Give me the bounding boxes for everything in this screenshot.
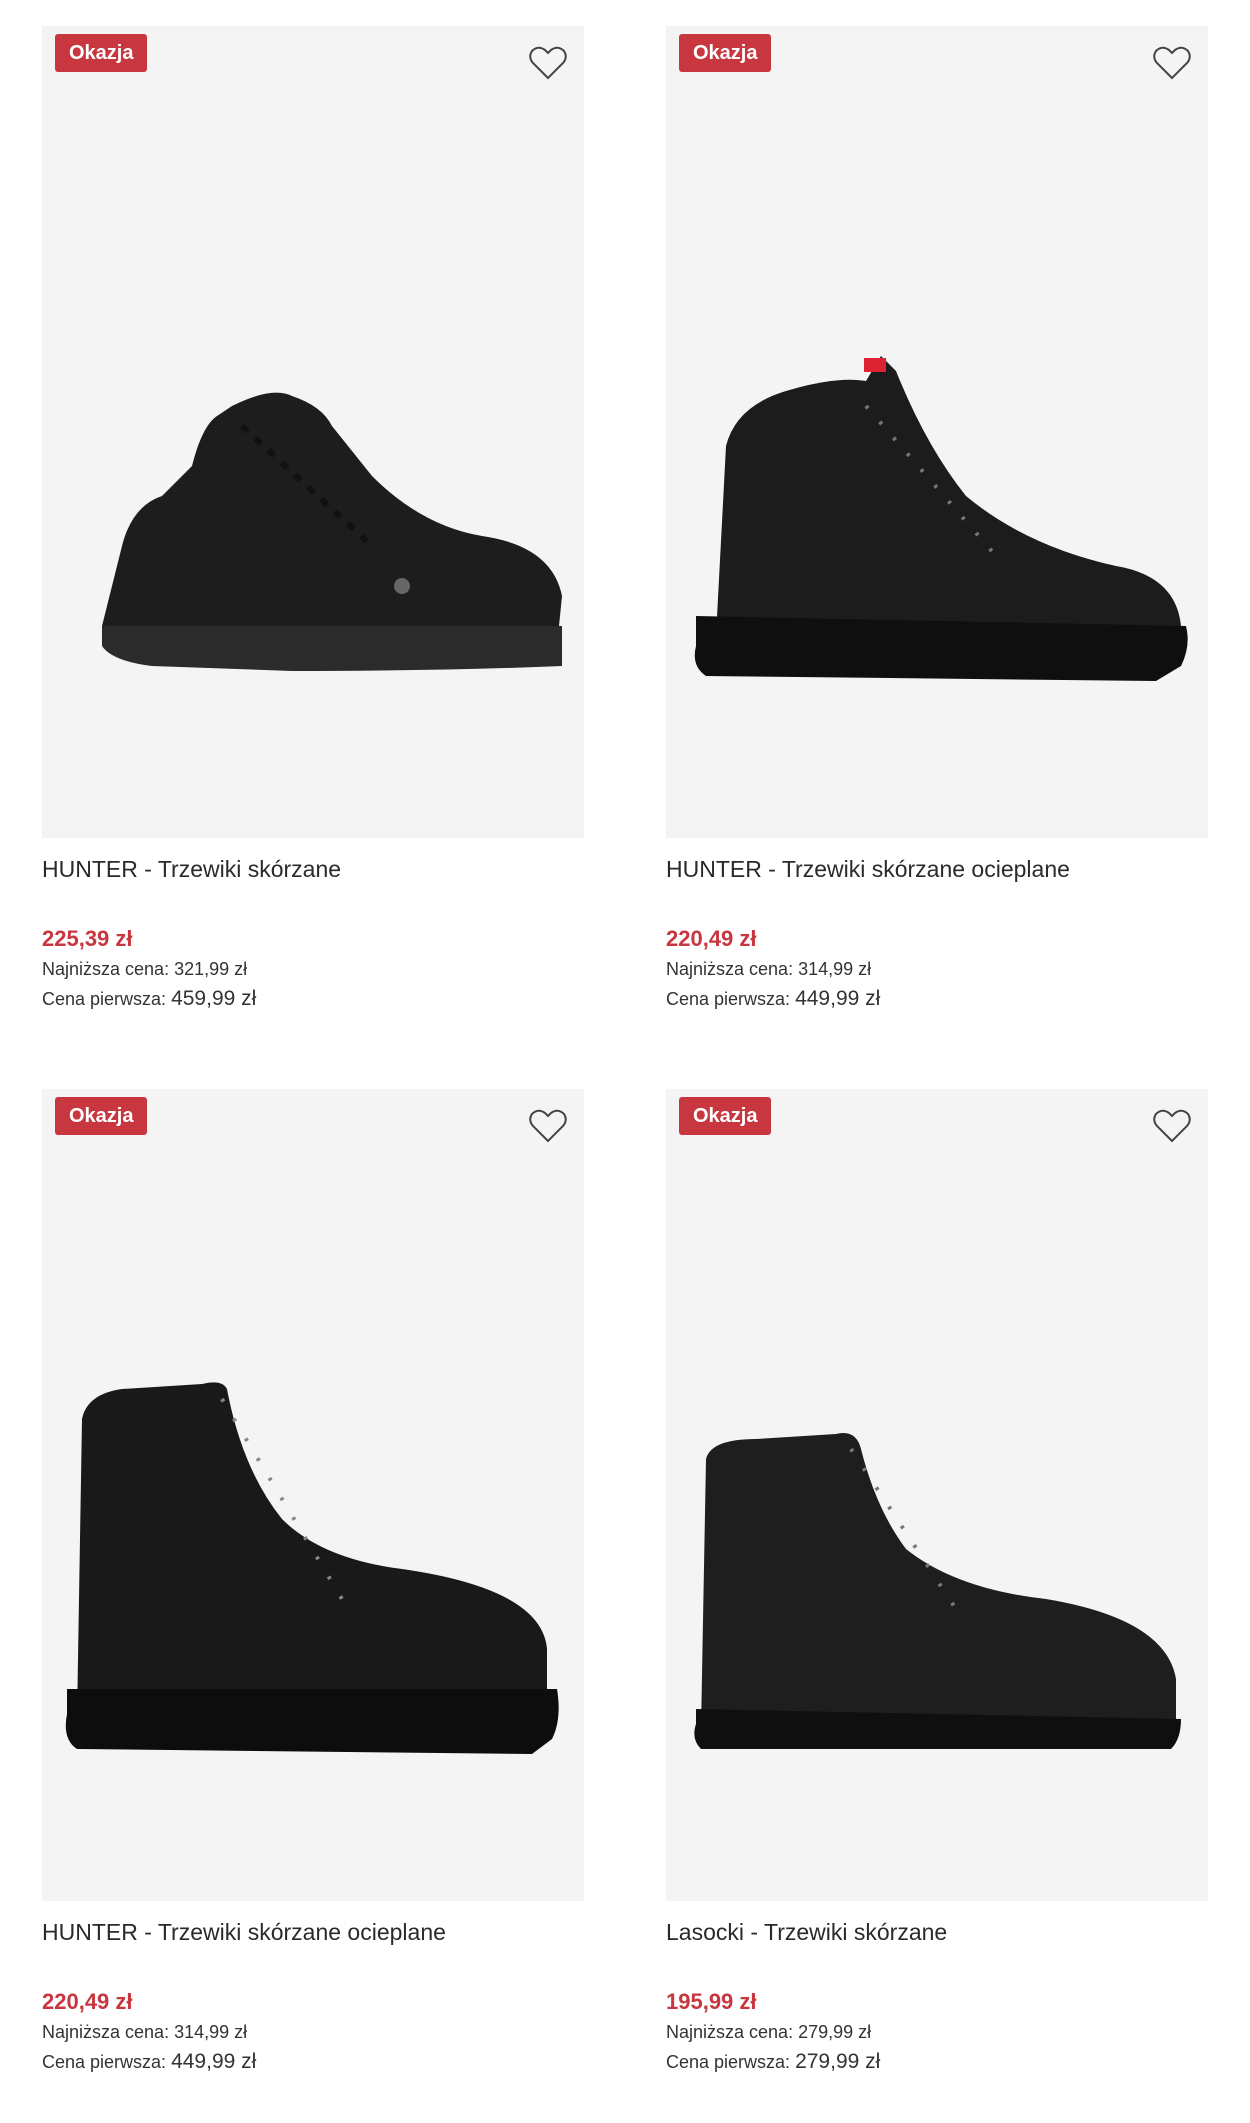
original-price-label: Cena pierwsza: bbox=[666, 2052, 791, 2072]
product-price: 225,39 zł bbox=[42, 926, 133, 951]
lowest-price-label: Najniższa cena: bbox=[42, 2022, 170, 2042]
deal-badge: Okazja bbox=[679, 1097, 772, 1135]
lowest-price-row: Najniższa cena: 314,99 zł bbox=[42, 2017, 584, 2047]
product-card[interactable]: Okazja Lasocki - Trzewiki skórzane 195,9… bbox=[666, 1089, 1208, 2077]
lowest-price-value: 321,99 zł bbox=[174, 959, 248, 979]
original-price-row: Cena pierwsza: 459,99 zł bbox=[42, 984, 584, 1014]
lowest-price-row: Najniższa cena: 321,99 zł bbox=[42, 954, 584, 984]
deal-badge: Okazja bbox=[679, 34, 772, 72]
product-image[interactable]: Okazja bbox=[42, 26, 584, 838]
product-price: 220,49 zł bbox=[666, 926, 757, 951]
product-image[interactable]: Okazja bbox=[666, 26, 1208, 838]
product-title[interactable]: HUNTER - Trzewiki skórzane ocieplane bbox=[42, 1917, 584, 1947]
lowest-price-row: Najniższa cena: 279,99 zł bbox=[666, 2017, 1208, 2047]
lowest-price-label: Najniższa cena: bbox=[666, 2022, 794, 2042]
original-price-label: Cena pierwsza: bbox=[666, 989, 791, 1009]
product-price: 220,49 zł bbox=[42, 1989, 133, 2014]
product-price: 195,99 zł bbox=[666, 1989, 757, 2014]
product-title[interactable]: HUNTER - Trzewiki skórzane bbox=[42, 854, 584, 884]
lowest-price-value: 314,99 zł bbox=[174, 2022, 248, 2042]
original-price-label: Cena pierwsza: bbox=[42, 2052, 167, 2072]
deal-badge: Okazja bbox=[55, 1097, 148, 1135]
product-card[interactable]: Okazja HUNTER - Trzewiki skórzane 225,39… bbox=[42, 26, 584, 1014]
lowest-price-row: Najniższa cena: 314,99 zł bbox=[666, 954, 1208, 984]
product-card[interactable]: Okazja HUNTER - Trzewiki skórzane ociepl… bbox=[666, 26, 1208, 1014]
leather-boot-image bbox=[694, 1433, 1181, 1749]
original-price-value: 449,99 zł bbox=[171, 2050, 257, 2073]
lowest-price-value: 279,99 zł bbox=[798, 2022, 872, 2042]
heart-icon[interactable] bbox=[1152, 1107, 1192, 1145]
heart-icon[interactable] bbox=[528, 1107, 568, 1145]
original-price-label: Cena pierwsza: bbox=[42, 989, 167, 1009]
product-title[interactable]: HUNTER - Trzewiki skórzane ocieplane bbox=[666, 854, 1208, 884]
product-card[interactable]: Okazja HUNTER - Trzewiki skórzane ociepl… bbox=[42, 1089, 584, 2077]
original-price-value: 279,99 zł bbox=[795, 2050, 881, 2073]
original-price-row: Cena pierwsza: 279,99 zł bbox=[666, 2047, 1208, 2077]
heart-icon[interactable] bbox=[528, 44, 568, 82]
product-title[interactable]: Lasocki - Trzewiki skórzane bbox=[666, 1917, 1208, 1947]
original-price-value: 459,99 zł bbox=[171, 987, 257, 1010]
product-image[interactable]: Okazja bbox=[666, 1089, 1208, 1901]
ankle-boot-image bbox=[694, 356, 1188, 681]
hiking-boot-image bbox=[102, 392, 562, 671]
lowest-price-label: Najniższa cena: bbox=[666, 959, 794, 979]
lowest-price-label: Najniższa cena: bbox=[42, 959, 170, 979]
product-image[interactable]: Okazja bbox=[42, 1089, 584, 1901]
original-price-row: Cena pierwsza: 449,99 zł bbox=[42, 2047, 584, 2077]
deal-badge: Okazja bbox=[55, 34, 148, 72]
combat-boot-image bbox=[65, 1382, 559, 1754]
original-price-value: 449,99 zł bbox=[795, 987, 881, 1010]
original-price-row: Cena pierwsza: 449,99 zł bbox=[666, 984, 1208, 1014]
heart-icon[interactable] bbox=[1152, 44, 1192, 82]
lowest-price-value: 314,99 zł bbox=[798, 959, 872, 979]
